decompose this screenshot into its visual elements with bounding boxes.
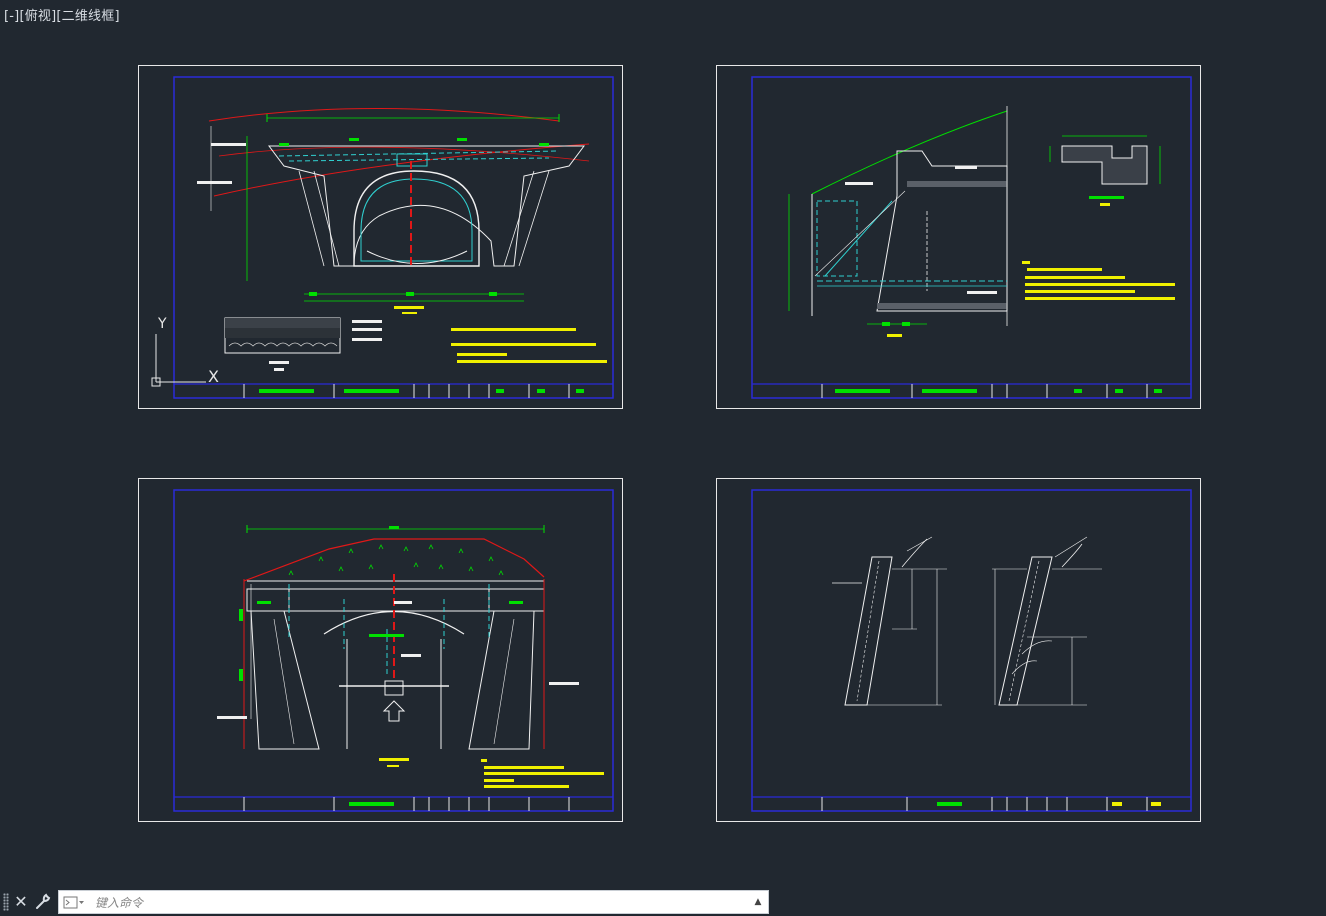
- drawing-sheet-4[interactable]: [716, 478, 1201, 822]
- view-direction-control[interactable]: [俯视]: [19, 9, 56, 24]
- sheet-3-drawing: [173, 489, 614, 812]
- viewport-minimize-control[interactable]: [-]: [4, 9, 19, 24]
- command-line: ▲: [58, 890, 769, 914]
- recent-commands-icon[interactable]: [63, 896, 85, 910]
- drawing-sheet-3[interactable]: [138, 478, 623, 822]
- command-history-button[interactable]: ▲: [752, 895, 764, 909]
- customize-wrench-icon[interactable]: [34, 893, 52, 911]
- ucs-x-label: X: [208, 367, 219, 386]
- drawing-sheet-2[interactable]: [716, 65, 1201, 409]
- viewport-controls: [-][俯视][二维线框]: [4, 5, 120, 24]
- command-close-button[interactable]: ✕: [13, 893, 29, 911]
- command-line-grip[interactable]: [3, 893, 9, 911]
- ucs-icon: Y X: [151, 316, 219, 387]
- visual-style-control[interactable]: [二维线框]: [56, 9, 119, 24]
- command-input[interactable]: [93, 892, 747, 914]
- sheet-4-drawing: [751, 489, 1192, 812]
- ucs-y-label: Y: [157, 316, 167, 332]
- sheet-2-drawing: [751, 76, 1192, 399]
